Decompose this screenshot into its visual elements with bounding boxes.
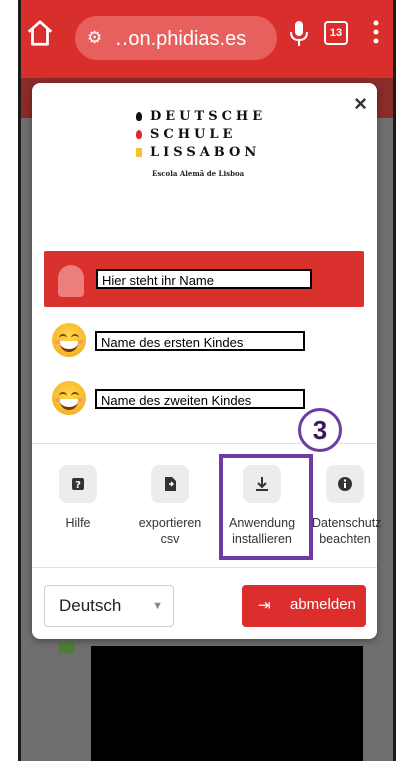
address-bar[interactable]: ⚙ ‥on.phidias.es — [75, 16, 277, 60]
child-name-1: Name des ersten Kindes — [95, 331, 305, 351]
divider — [32, 567, 377, 568]
url-text: ‥on.phidias.es — [115, 28, 247, 50]
export-label-line2: csv — [160, 532, 180, 546]
language-select[interactable]: Deutsch ▼ — [44, 585, 174, 627]
smiley-icon — [52, 381, 86, 415]
background-content — [91, 646, 363, 761]
red-bullet-icon — [136, 130, 142, 139]
question-icon: ? — [59, 465, 97, 503]
smiley-icon — [52, 323, 86, 357]
gold-bullet-icon — [136, 148, 142, 157]
profile-modal: × DEUTSCHE SCHULE LISSABON Escola Alemã … — [32, 83, 382, 639]
privacy-button[interactable]: Datenschutz beachten — [312, 465, 382, 547]
privacy-label-line2: beachten — [319, 532, 371, 546]
svg-text:?: ? — [75, 480, 81, 491]
help-button[interactable]: ? Hilfe — [45, 465, 111, 531]
logout-icon: ⇥ — [258, 597, 271, 614]
home-icon[interactable] — [25, 18, 55, 48]
step-badge: 3 — [298, 408, 342, 452]
parent-profile-row[interactable]: Hier steht ihr Name — [44, 251, 364, 307]
logout-label: abmelden — [290, 596, 356, 613]
microphone-icon[interactable] — [287, 18, 311, 48]
child-name-2: Name des zweiten Kindes — [95, 389, 305, 409]
logo-line-2: SCHULE — [150, 127, 237, 142]
avatar — [58, 265, 84, 297]
tab-count-button[interactable]: 13 — [324, 21, 348, 45]
highlight-box — [219, 454, 313, 560]
language-value: Deutsch — [59, 596, 122, 615]
logo-subtitle: Escola Alemã de Lisboa — [152, 169, 245, 178]
school-logo: DEUTSCHE SCHULE LISSABON Escola Alemã de… — [136, 109, 286, 189]
mail-icon — [59, 642, 75, 654]
more-menu-icon[interactable] — [373, 17, 379, 47]
logo-line-3: LISSABON — [150, 145, 261, 160]
help-label: Hilfe — [65, 516, 91, 530]
close-icon[interactable]: × — [354, 91, 367, 117]
logo-line-1: DEUTSCHE — [150, 109, 267, 124]
logout-button[interactable]: ⇥ abmelden — [242, 585, 366, 627]
browser-toolbar: ⚙ ‥on.phidias.es 13 — [21, 0, 393, 78]
export-label-line1: exportieren — [138, 516, 202, 530]
file-export-icon — [151, 465, 189, 503]
black-bullet-icon — [136, 112, 142, 121]
info-icon — [326, 465, 364, 503]
export-csv-button[interactable]: exportieren csv — [137, 465, 203, 547]
parent-name: Hier steht ihr Name — [96, 269, 312, 289]
chevron-down-icon: ▼ — [152, 600, 163, 612]
privacy-label-line1: Datenschutz — [312, 516, 382, 530]
tune-icon[interactable]: ⚙ — [87, 28, 102, 48]
